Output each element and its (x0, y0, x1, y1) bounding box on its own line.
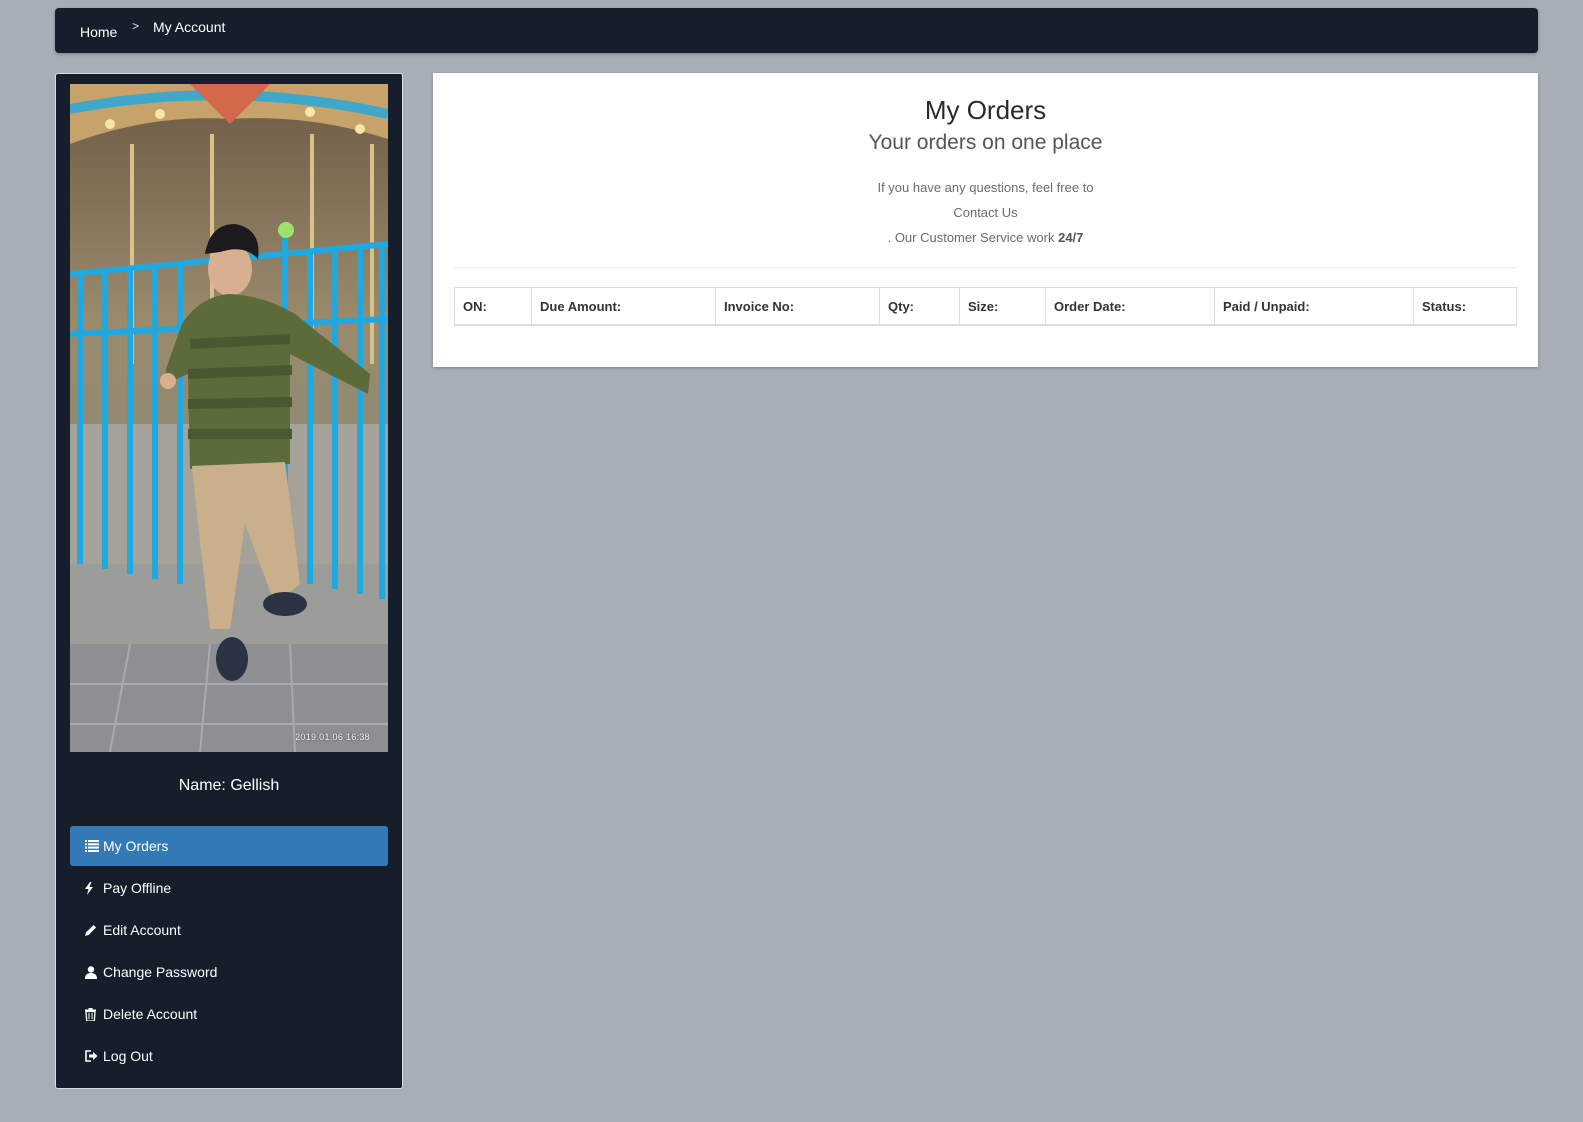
nav-delete-account-label: Delete Account (103, 1006, 198, 1022)
nav-delete-account[interactable]: Delete Account (70, 994, 388, 1034)
sign-out-icon (85, 1050, 101, 1062)
service-hours-prefix: . Our Customer Service work (887, 230, 1059, 245)
column-header-paid-unpaid: Paid / Unpaid: (1214, 287, 1414, 326)
contact-line: Contact Us (433, 205, 1538, 220)
trash-icon (85, 1007, 101, 1021)
column-header-due-amount: Due Amount: (531, 287, 716, 326)
nav-change-password-label: Change Password (103, 964, 218, 980)
profile-photo: 2019.01.06 16:38 (70, 84, 388, 752)
column-header-size: Size: (959, 287, 1046, 326)
nav-change-password[interactable]: Change Password (70, 952, 388, 992)
list-icon (85, 840, 101, 852)
user-icon (85, 965, 101, 979)
pencil-icon (85, 924, 101, 936)
breadcrumb-current: My Account (153, 19, 226, 35)
bolt-icon (85, 881, 101, 895)
column-header-on: ON: (454, 287, 532, 326)
user-name: Name: Gellish (178, 777, 280, 794)
nav-pay-offline-label: Pay Offline (103, 880, 172, 896)
orders-table: ON: Due Amount: Invoice No: Qty: Size: O… (454, 287, 1517, 326)
profile-photo-image (70, 84, 388, 752)
breadcrumb-separator: > (132, 19, 140, 33)
account-sidebar: 2019.01.06 16:38 Name: Gellish My Orders… (55, 73, 403, 1089)
divider (454, 267, 1517, 268)
contact-us-link[interactable]: Contact Us (953, 205, 1017, 220)
nav-pay-offline[interactable]: Pay Offline (70, 868, 388, 908)
orders-panel: My Orders Your orders on one place If yo… (433, 73, 1538, 367)
column-header-order-date: Order Date: (1045, 287, 1215, 326)
nav-edit-account[interactable]: Edit Account (70, 910, 388, 950)
nav-my-orders-label: My Orders (103, 838, 169, 854)
service-hours-text: . Our Customer Service work 24/7 (433, 230, 1538, 245)
breadcrumb: Home > My Account (55, 8, 1538, 53)
nav-log-out[interactable]: Log Out (70, 1036, 388, 1076)
column-header-status: Status: (1413, 287, 1517, 326)
photo-timestamp: 2019.01.06 16:38 (295, 732, 370, 742)
nav-log-out-label: Log Out (103, 1048, 153, 1064)
service-hours-value: 24/7 (1058, 230, 1084, 245)
page-title: My Orders (924, 95, 1047, 125)
column-header-invoice-no: Invoice No: (715, 287, 880, 326)
account-nav: My Orders Pay Offline Edit Account Chang… (70, 826, 388, 1078)
column-header-qty: Qty: (879, 287, 960, 326)
help-text: If you have any questions, feel free to (877, 180, 1094, 195)
table-header-row: ON: Due Amount: Invoice No: Qty: Size: O… (454, 287, 1517, 326)
page-subtitle: Your orders on one place (868, 131, 1103, 154)
nav-my-orders[interactable]: My Orders (70, 826, 388, 866)
breadcrumb-home-link[interactable]: Home (80, 24, 117, 40)
nav-edit-account-label: Edit Account (103, 922, 181, 938)
